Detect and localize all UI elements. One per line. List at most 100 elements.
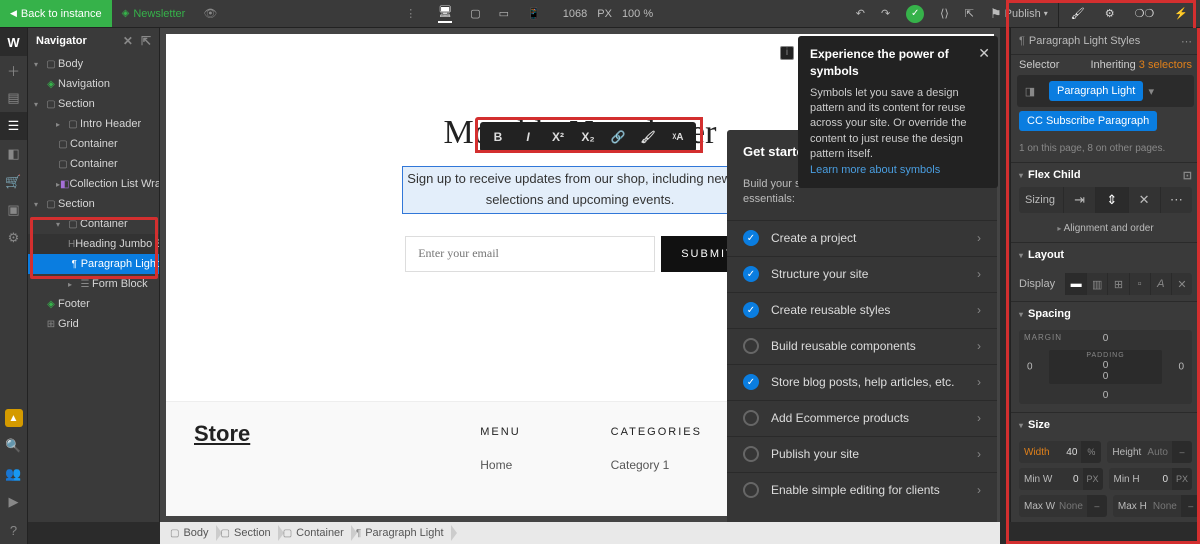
sizing-shrink-button[interactable]: ⇥ <box>1063 187 1095 213</box>
height-input[interactable]: HeightAuto– <box>1107 441 1192 463</box>
footer-cat-link[interactable]: Category 1 <box>611 458 670 472</box>
add-element-icon[interactable]: ＋ <box>0 56 27 84</box>
bold-button[interactable]: B <box>483 125 513 149</box>
interactions-icon[interactable]: ❍❍ <box>1135 7 1155 20</box>
display-grid-button[interactable]: ⊞ <box>1107 273 1128 295</box>
publish-dropdown[interactable]: ⚑Publish▾ <box>990 6 1048 22</box>
breadcrumb-paragraph[interactable]: ¶Paragraph Light <box>352 522 452 544</box>
sizing-more-button[interactable]: ⋯ <box>1160 187 1192 213</box>
pin-icon[interactable]: ⇱ <box>141 34 151 48</box>
back-to-instance-button[interactable]: Back to instance <box>0 0 112 27</box>
min-height-input[interactable]: Min H0PX <box>1109 468 1193 490</box>
display-inline-button[interactable]: A <box>1150 273 1171 295</box>
tree-paragraph-light[interactable]: ¶Paragraph Light <box>28 254 159 274</box>
focus-icon[interactable]: ⊡ <box>1183 169 1192 182</box>
video-help-icon[interactable]: ▶ <box>0 488 27 516</box>
undo-icon[interactable]: ↶ <box>856 7 865 20</box>
status-check-icon[interactable]: ✓ <box>906 5 924 23</box>
link-button[interactable]: 🔗 <box>603 125 633 149</box>
pages-icon[interactable]: ▤ <box>0 84 27 112</box>
class-tag-cc-subscribe[interactable]: CC Subscribe Paragraph <box>1019 111 1157 131</box>
help-users-icon[interactable]: 👥 <box>0 460 27 488</box>
guide-item[interactable]: Enable simple editing for clients› <box>727 472 997 508</box>
tree-form-block[interactable]: ▸☰Form Block <box>28 274 159 294</box>
tree-container-3[interactable]: ▾▢Container <box>28 214 159 234</box>
superscript-button[interactable]: X² <box>543 125 573 149</box>
max-width-input[interactable]: Max WNone– <box>1019 495 1107 517</box>
audit-icon[interactable]: ▲ <box>5 409 23 427</box>
tree-footer[interactable]: ◈Footer <box>28 294 159 314</box>
ecommerce-icon[interactable]: 🛒 <box>0 168 27 196</box>
inherit-count[interactable]: 3 selectors <box>1139 59 1192 71</box>
selector-state-icon[interactable]: ◨ <box>1019 85 1041 98</box>
email-input[interactable] <box>405 236 655 272</box>
clear-format-button[interactable]: ᵡA <box>663 125 693 149</box>
assets-icon[interactable]: ▣ <box>0 196 27 224</box>
min-width-input[interactable]: Min W0PX <box>1019 468 1103 490</box>
help-question-icon[interactable]: ? <box>0 516 27 544</box>
sizing-grow-button[interactable]: ⇕ <box>1095 187 1127 213</box>
margin-top-value[interactable]: 0 <box>1103 333 1109 344</box>
code-icon[interactable]: ⟨⟩ <box>940 7 949 20</box>
tree-collection-list[interactable]: ▸◧Collection List Wrapper <box>28 174 159 194</box>
tree-section-1[interactable]: ▾▢Section <box>28 94 159 114</box>
tree-container-2[interactable]: ▢Container <box>28 154 159 174</box>
breadcrumb-container[interactable]: ▢Container <box>279 522 352 544</box>
padding-bottom-value[interactable]: 0 <box>1103 371 1109 382</box>
sizing-none-button[interactable]: ✕ <box>1128 187 1160 213</box>
guide-item[interactable]: ✓Create a project› <box>727 220 997 256</box>
tree-navigation[interactable]: ◈Navigation <box>28 74 159 94</box>
class-tag-paragraph-light[interactable]: Paragraph Light <box>1049 81 1143 101</box>
layout-section[interactable]: Layout <box>1011 243 1200 267</box>
guide-item[interactable]: Add Ecommerce products› <box>727 400 997 436</box>
selected-paragraph[interactable]: Sign up to receive updates from our shop… <box>402 166 757 214</box>
navigator-icon[interactable]: ☰ <box>0 112 27 140</box>
padding-top-value[interactable]: 0 <box>1103 360 1109 371</box>
margin-right-value[interactable]: 0 <box>1178 362 1184 373</box>
margin-bottom-value[interactable]: 0 <box>1103 390 1109 401</box>
search-icon[interactable]: 🔍 <box>0 432 27 460</box>
display-block-button[interactable]: ▬ <box>1065 273 1086 295</box>
tree-intro-header[interactable]: ▸▢Intro Header <box>28 114 159 134</box>
mobile-device-icon[interactable]: 📱 <box>527 7 541 20</box>
tree-heading-jumbo[interactable]: HHeading Jumbo Small <box>28 234 159 254</box>
breadcrumb-section[interactable]: ▢Section <box>217 522 279 544</box>
redo-icon[interactable]: ↷ <box>881 7 890 20</box>
display-inline-block-button[interactable]: ▫ <box>1129 273 1150 295</box>
effects-icon[interactable]: ⚡ <box>1174 7 1188 20</box>
tree-grid[interactable]: ⊞Grid <box>28 314 159 334</box>
guide-item[interactable]: Build reusable components› <box>727 328 997 364</box>
alignment-order-link[interactable]: Alignment and order <box>1011 219 1200 242</box>
breadcrumb-body[interactable]: ▢Body <box>166 522 217 544</box>
style-brush-icon[interactable]: 🖌 <box>1071 7 1085 20</box>
guide-item[interactable]: ✓Structure your site› <box>727 256 997 292</box>
selector-input[interactable]: ◨ Paragraph Light ▾ <box>1017 75 1194 107</box>
settings-gear-icon[interactable]: ⚙ <box>1105 7 1115 20</box>
collapse-icon[interactable]: ✕ <box>123 34 133 48</box>
display-none-button[interactable]: ✕ <box>1171 273 1192 295</box>
size-section[interactable]: Size <box>1011 413 1200 437</box>
guide-item[interactable]: ✓Store blog posts, help articles, etc.› <box>727 364 997 400</box>
guide-item[interactable]: ✓Create reusable styles› <box>727 292 997 328</box>
width-input[interactable]: Width40% <box>1019 441 1101 463</box>
flex-child-section[interactable]: Flex Child⊡ <box>1011 163 1200 187</box>
footer-store-logo[interactable]: Store <box>194 421 250 447</box>
selector-dropdown-icon[interactable]: ▾ <box>1143 85 1159 98</box>
tablet-device-icon[interactable]: ▢ <box>470 7 480 20</box>
webflow-logo-icon[interactable]: W <box>0 28 27 56</box>
styles-more-icon[interactable]: ⋯ <box>1181 35 1192 48</box>
landscape-device-icon[interactable]: ▭ <box>499 7 509 20</box>
footer-menu-link[interactable]: Home <box>480 458 512 472</box>
desktop-device-icon[interactable]: 🖥 <box>438 5 452 23</box>
preview-eye-icon[interactable]: 👁 <box>195 7 225 20</box>
export-icon[interactable]: ⇱ <box>965 7 974 20</box>
max-height-input[interactable]: Max HNone– <box>1113 495 1200 517</box>
spacing-section[interactable]: Spacing <box>1011 302 1200 326</box>
tree-section-2[interactable]: ▾▢Section <box>28 194 159 214</box>
close-tip-button[interactable]: ✕ <box>978 44 990 64</box>
margin-left-value[interactable]: 0 <box>1027 362 1033 373</box>
italic-button[interactable]: I <box>513 125 543 149</box>
menu-dots-icon[interactable]: ⋮ <box>395 7 426 20</box>
guide-item[interactable]: Publish your site› <box>727 436 997 472</box>
tree-container-1[interactable]: ▢Container <box>28 134 159 154</box>
